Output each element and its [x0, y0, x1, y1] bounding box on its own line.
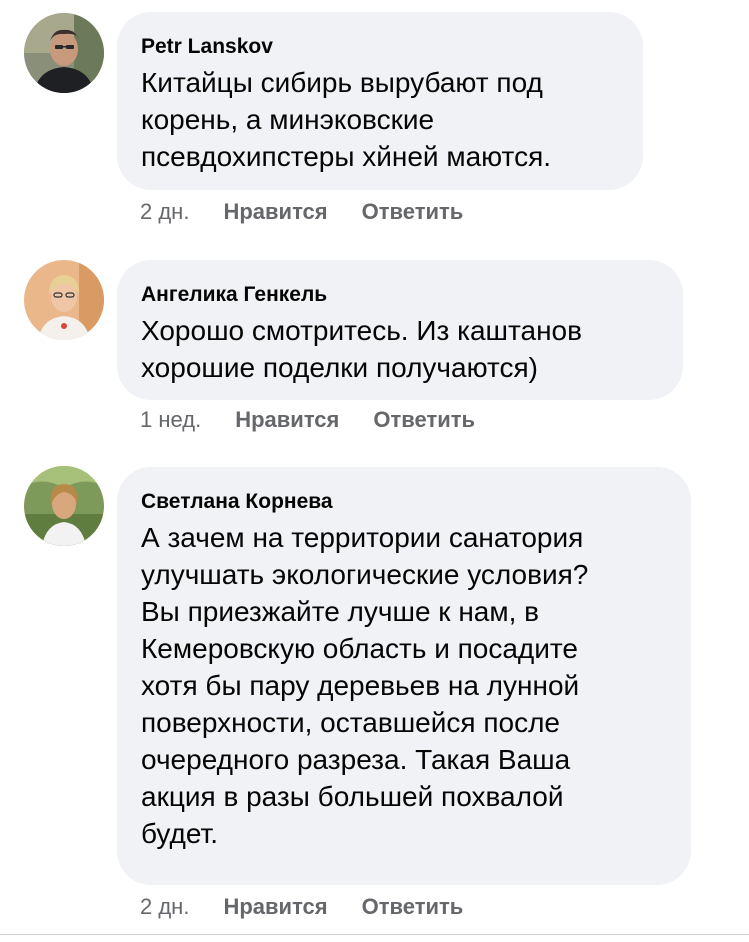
comment-text: Хорошо смотритесь. Из каштанов хорошие п…	[141, 315, 582, 383]
comment-time[interactable]: 2 дн.	[140, 894, 189, 920]
comment-text: А зачем на территории санатория улучшать…	[141, 522, 589, 849]
reply-button[interactable]: Ответить	[373, 407, 475, 433]
comment-actions: 2 дн. Нравится Ответить	[140, 197, 463, 227]
comment-text: Китайцы сибирь вырубают под корень, а ми…	[141, 67, 552, 172]
commenter-avatar[interactable]	[24, 466, 104, 546]
comment-time[interactable]: 2 дн.	[140, 199, 189, 225]
avatar-man-icon	[24, 13, 104, 93]
comment-bubble: Ангелика Генкель Хорошо смотритесь. Из к…	[117, 260, 683, 400]
comment-author[interactable]: Petr Lanskov	[141, 34, 619, 60]
comment-author[interactable]: Ангелика Генкель	[141, 282, 659, 308]
reply-button[interactable]: Ответить	[362, 894, 464, 920]
comments-feed: Petr Lanskov Китайцы сибирь вырубают под…	[0, 0, 749, 942]
divider	[0, 934, 749, 935]
commenter-avatar[interactable]	[24, 13, 104, 93]
commenter-avatar[interactable]	[24, 260, 104, 340]
avatar-woman-icon	[24, 466, 104, 546]
like-button[interactable]: Нравится	[223, 199, 327, 225]
like-button[interactable]: Нравится	[223, 894, 327, 920]
comment-time[interactable]: 1 нед.	[140, 407, 201, 433]
avatar-woman-icon	[24, 260, 104, 340]
comment-bubble: Petr Lanskov Китайцы сибирь вырубают под…	[117, 12, 643, 190]
comment-bubble: Светлана Корнева А зачем на территории с…	[117, 467, 691, 885]
like-button[interactable]: Нравится	[235, 407, 339, 433]
comment-actions: 2 дн. Нравится Ответить	[140, 892, 463, 922]
comment-author[interactable]: Светлана Корнева	[141, 489, 667, 515]
reply-button[interactable]: Ответить	[362, 199, 464, 225]
comment-actions: 1 нед. Нравится Ответить	[140, 405, 475, 435]
